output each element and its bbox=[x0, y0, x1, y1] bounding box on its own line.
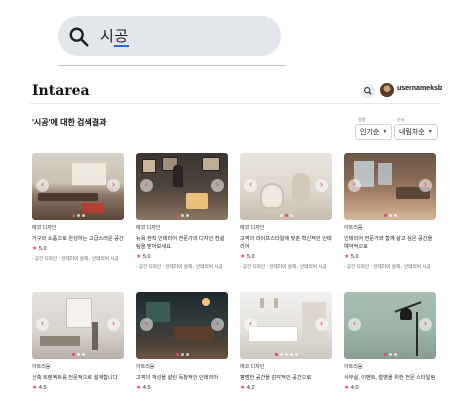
sort-value: 인기순 bbox=[360, 129, 380, 136]
next-image-button[interactable]: › bbox=[211, 318, 224, 331]
chevron-down-icon: ▼ bbox=[427, 129, 433, 135]
card-tags: - 공간 디자인 - 인테리어 설계 - 인테리어 시공 bbox=[32, 256, 119, 261]
brand-logo[interactable]: Intarea bbox=[32, 83, 90, 99]
username[interactable]: usernameksb bbox=[397, 85, 442, 92]
card-description: 신축 트렌젝트를 전문적으로 설계합니다. bbox=[32, 375, 119, 381]
card-rating: ★ 4.0 bbox=[344, 385, 359, 391]
avatar[interactable] bbox=[380, 83, 394, 97]
header-search-icon[interactable] bbox=[361, 84, 375, 98]
carousel-dots bbox=[32, 353, 124, 356]
next-image-button[interactable]: › bbox=[107, 179, 120, 192]
next-image-button[interactable]: › bbox=[419, 318, 432, 331]
result-card[interactable]: ‹ › 에코 디자인 평범한 공간을 감각적인 공간으로 ★ 4.2 bbox=[240, 292, 332, 391]
card-category: 아트리움 bbox=[32, 364, 51, 370]
carousel-dots bbox=[136, 214, 228, 217]
card-description: 뉴욕 현직 인테리어 전문가의 디자인 컨설팅을 받아보세요. bbox=[136, 236, 225, 250]
card-image[interactable]: ‹ › bbox=[32, 153, 124, 220]
card-rating: ★ 5.0 bbox=[32, 246, 47, 252]
card-category: 에코 디자인 bbox=[32, 225, 57, 231]
carousel-dots bbox=[344, 353, 436, 356]
result-card[interactable]: ‹ › 에코 디자인 가구와 소품으로 완성하는 고급스러운 공간 ★ 5.0 … bbox=[32, 153, 124, 262]
search-query[interactable]: 시공 bbox=[100, 25, 129, 47]
card-description: 사무실, 이벤트, 촬영을 위한 전문 스타일링 bbox=[344, 375, 436, 381]
header-divider bbox=[30, 103, 440, 104]
star-icon: ★ bbox=[32, 385, 38, 391]
result-card[interactable]: ‹ › 아트리움 고객의 개성을 살린 독창적인 인테리어 ★ 4.5 bbox=[136, 292, 228, 391]
card-category: 에코 디자인 bbox=[240, 225, 265, 231]
search-icon bbox=[69, 27, 89, 47]
sort-select-group: 정렬 인기순 ▼ bbox=[355, 117, 393, 140]
card-category: 아트리움 bbox=[344, 364, 363, 370]
card-rating: ★ 5.0 bbox=[136, 254, 151, 260]
prev-image-button[interactable]: ‹ bbox=[140, 318, 153, 331]
next-image-button[interactable]: › bbox=[419, 179, 432, 192]
card-rating: ★ 5.0 bbox=[344, 254, 359, 260]
prev-image-button[interactable]: ‹ bbox=[36, 179, 49, 192]
prev-image-button[interactable]: ‹ bbox=[348, 318, 361, 331]
next-image-button[interactable]: › bbox=[315, 179, 328, 192]
chevron-down-icon: ▼ bbox=[382, 129, 388, 135]
card-image[interactable]: ‹ › bbox=[136, 153, 228, 220]
star-icon: ★ bbox=[344, 254, 350, 260]
sort-select[interactable]: 인기순 ▼ bbox=[355, 124, 393, 140]
order-select-group: 순서 내림차순 ▼ bbox=[394, 117, 438, 140]
card-rating: ★ 4.5 bbox=[136, 385, 151, 391]
card-image[interactable]: ‹ › bbox=[136, 292, 228, 359]
card-image[interactable]: ‹ › bbox=[344, 292, 436, 359]
card-rating: ★ 5.0 bbox=[240, 254, 255, 260]
card-description: 고객의 라이프스타일에 맞춘 혁신적인 인테리어 bbox=[240, 236, 332, 250]
prev-image-button[interactable]: ‹ bbox=[36, 318, 49, 331]
next-image-button[interactable]: › bbox=[211, 179, 224, 192]
card-description: 가구와 소품으로 완성하는 고급스러운 공간 bbox=[32, 236, 124, 242]
card-tags: - 공간 디자인 - 인테리어 설계 - 인테리어 시공 bbox=[240, 264, 327, 269]
divider bbox=[58, 65, 286, 66]
result-card[interactable]: ‹ › 아트리움 사무실, 이벤트, 촬영을 위한 전문 스타일링 ★ 4.0 bbox=[344, 292, 436, 391]
prev-image-button[interactable]: ‹ bbox=[244, 179, 257, 192]
carousel-dots bbox=[240, 353, 332, 356]
search-bar[interactable]: 시공 bbox=[58, 16, 281, 56]
card-category: 에코 디자인 bbox=[136, 225, 161, 231]
card-description: 인테리어 전문가와 함께 살고 싶은 공간을 예약적으로 bbox=[344, 236, 433, 250]
star-icon: ★ bbox=[344, 385, 350, 391]
carousel-dots bbox=[344, 214, 436, 217]
order-value: 내림차순 bbox=[399, 129, 425, 136]
card-category: 아트리움 bbox=[344, 225, 363, 231]
card-description: 평범한 공간을 감각적인 공간으로 bbox=[240, 375, 312, 381]
prev-image-button[interactable]: ‹ bbox=[244, 318, 257, 331]
card-description: 고객의 개성을 살린 독창적인 인테리어 bbox=[136, 375, 219, 381]
card-rating: ★ 4.5 bbox=[32, 385, 47, 391]
order-select[interactable]: 내림차순 ▼ bbox=[394, 124, 438, 140]
card-image[interactable]: ‹ › bbox=[344, 153, 436, 220]
star-icon: ★ bbox=[240, 254, 246, 260]
card-category: 에코 디자인 bbox=[240, 364, 265, 370]
carousel-dots bbox=[32, 214, 124, 217]
prev-image-button[interactable]: ‹ bbox=[348, 179, 361, 192]
next-image-button[interactable]: › bbox=[315, 318, 328, 331]
card-rating: ★ 4.2 bbox=[240, 385, 255, 391]
card-tags: - 공간 디자인 - 인테리어 설계 - 인테리어 시공 bbox=[344, 264, 431, 269]
result-card[interactable]: ‹ › 아트리움 신축 트렌젝트를 전문적으로 설계합니다. ★ 4.5 bbox=[32, 292, 124, 391]
star-icon: ★ bbox=[32, 246, 38, 252]
card-tags: - 공간 디자인 - 인테리어 설계 - 인테리어 시공 bbox=[136, 264, 223, 269]
star-icon: ★ bbox=[136, 254, 142, 260]
order-label: 순서 bbox=[397, 117, 405, 122]
card-category: 아트리움 bbox=[136, 364, 155, 370]
card-image[interactable]: ‹ › bbox=[240, 292, 332, 359]
result-card[interactable]: ‹ › 에코 디자인 뉴욕 현직 인테리어 전문가의 디자인 컨설팅을 받아보세… bbox=[136, 153, 228, 270]
result-card[interactable]: ‹ › 아트리움 인테리어 전문가와 함께 살고 싶은 공간을 예약적으로 ★ … bbox=[344, 153, 436, 270]
card-image[interactable]: ‹ › bbox=[32, 292, 124, 359]
star-icon: ★ bbox=[240, 385, 246, 391]
card-image[interactable]: ‹ › bbox=[240, 153, 332, 220]
result-card[interactable]: ‹ › 에코 디자인 고객의 라이프스타일에 맞춘 혁신적인 인테리어 ★ 5.… bbox=[240, 153, 332, 270]
star-icon: ★ bbox=[136, 385, 142, 391]
results-title: '시공'에 대한 검색결과 bbox=[32, 118, 107, 127]
next-image-button[interactable]: › bbox=[107, 318, 120, 331]
prev-image-button[interactable]: ‹ bbox=[140, 179, 153, 192]
carousel-dots bbox=[136, 353, 228, 356]
sort-label: 정렬 bbox=[358, 117, 366, 122]
carousel-dots bbox=[240, 214, 332, 217]
